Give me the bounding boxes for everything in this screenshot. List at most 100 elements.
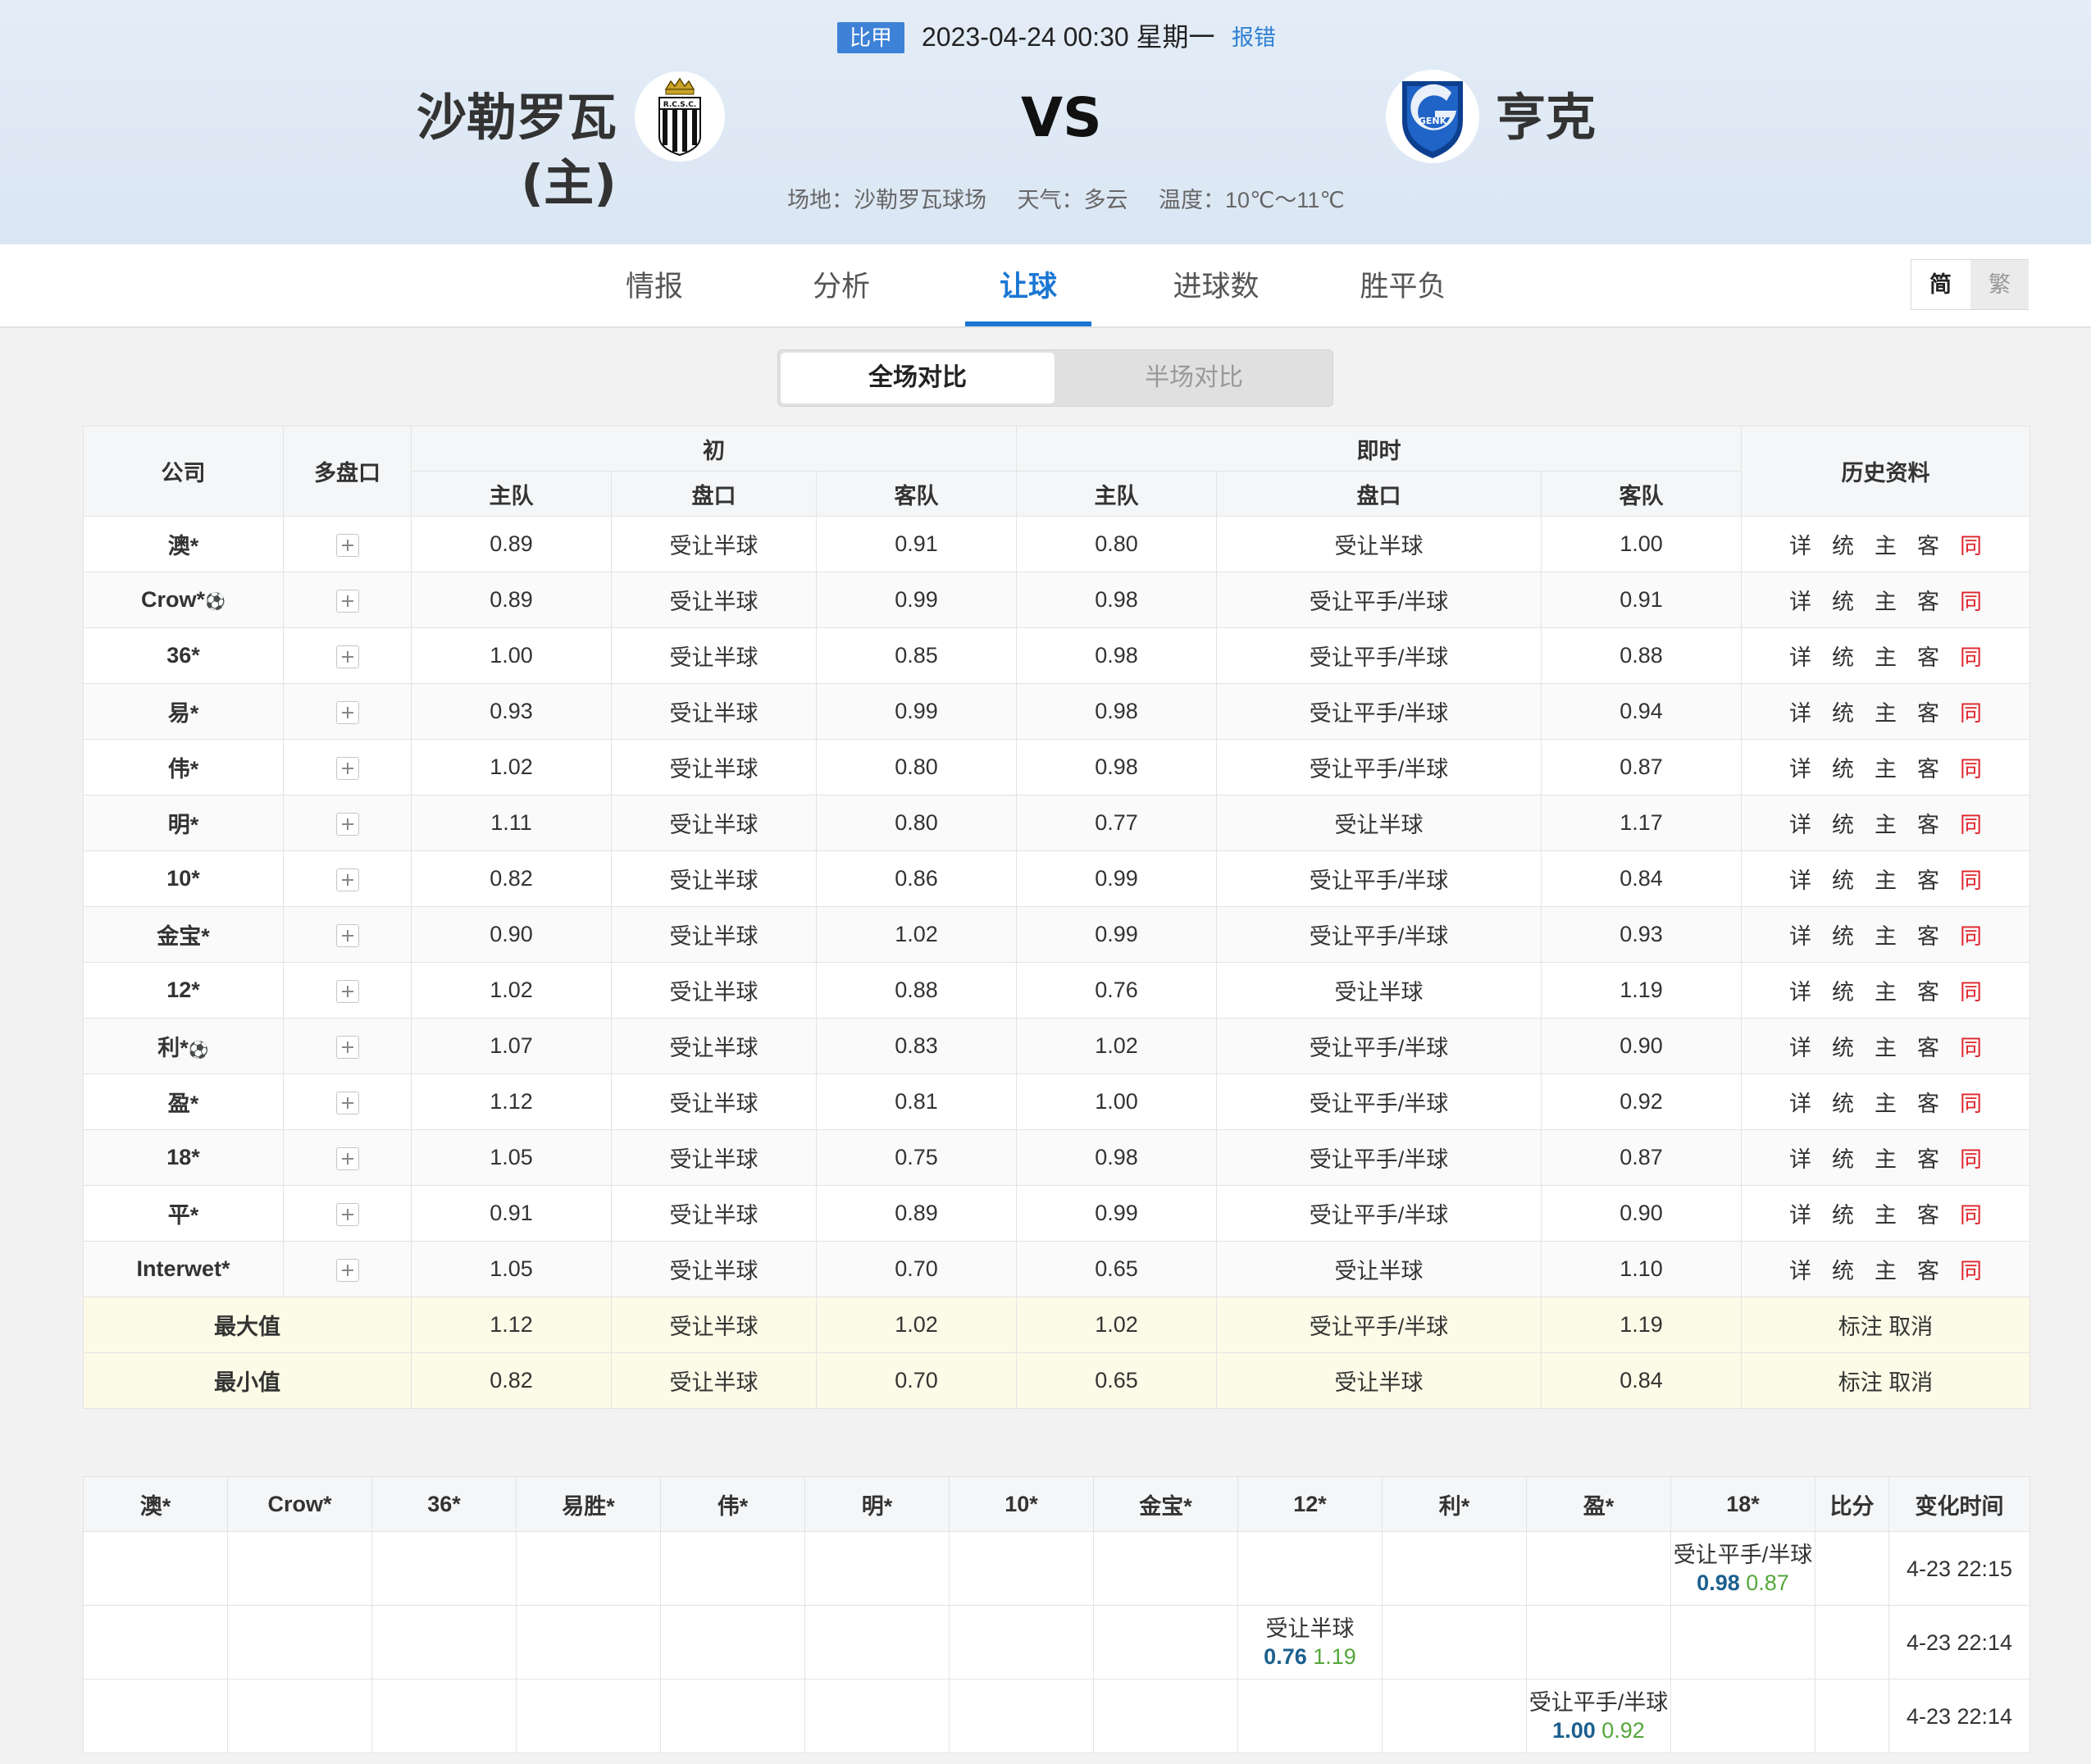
away-link[interactable]: 客 xyxy=(1907,1086,1950,1118)
home-link[interactable]: 主 xyxy=(1865,863,1907,895)
tab-analysis[interactable]: 分析 xyxy=(792,244,891,326)
same-link[interactable]: 同 xyxy=(1950,584,1993,616)
detail-link[interactable]: 详 xyxy=(1779,528,1822,560)
detail-link[interactable]: 详 xyxy=(1779,695,1822,727)
away-link[interactable]: 客 xyxy=(1907,751,1950,783)
company-cell[interactable]: 利*⚽ xyxy=(83,1018,284,1074)
same-link[interactable]: 同 xyxy=(1950,640,1993,672)
home-link[interactable]: 主 xyxy=(1865,1030,1907,1062)
tab-handicap[interactable]: 让球 xyxy=(979,244,1077,326)
stats-link[interactable]: 统 xyxy=(1822,695,1865,727)
same-link[interactable]: 同 xyxy=(1950,807,1993,839)
expand-plus-icon[interactable] xyxy=(335,923,359,947)
mark-cancel-links[interactable]: 标注 取消 xyxy=(1741,1297,2031,1353)
company-cell[interactable]: 12* xyxy=(83,962,284,1019)
home-link[interactable]: 主 xyxy=(1865,974,1907,1006)
home-link[interactable]: 主 xyxy=(1865,640,1907,672)
stats-link[interactable]: 统 xyxy=(1822,751,1865,783)
detail-link[interactable]: 详 xyxy=(1779,1086,1822,1118)
detail-link[interactable]: 详 xyxy=(1779,807,1822,839)
home-link[interactable]: 主 xyxy=(1865,695,1907,727)
away-link[interactable]: 客 xyxy=(1907,918,1950,950)
expand-plus-icon[interactable] xyxy=(335,1035,359,1059)
league-badge[interactable]: 比甲 xyxy=(837,22,904,53)
same-link[interactable]: 同 xyxy=(1950,1030,1993,1062)
away-link[interactable]: 客 xyxy=(1907,528,1950,560)
home-link[interactable]: 主 xyxy=(1865,751,1907,783)
company-cell[interactable]: 伟* xyxy=(83,739,284,795)
traditional-chinese-button[interactable]: 繁 xyxy=(1970,260,2029,309)
mark-cancel-links[interactable]: 标注 取消 xyxy=(1741,1352,2031,1409)
home-team-logo[interactable]: R.C.S.C. xyxy=(635,71,725,166)
same-link[interactable]: 同 xyxy=(1950,1197,1993,1229)
stats-link[interactable]: 统 xyxy=(1822,863,1865,895)
stats-link[interactable]: 统 xyxy=(1822,528,1865,560)
detail-link[interactable]: 详 xyxy=(1779,974,1822,1006)
detail-link[interactable]: 详 xyxy=(1779,1253,1822,1285)
company-cell[interactable]: 易* xyxy=(83,683,284,740)
stats-link[interactable]: 统 xyxy=(1822,1030,1865,1062)
simplified-chinese-button[interactable]: 简 xyxy=(1911,260,1970,309)
expand-plus-icon[interactable] xyxy=(335,1202,359,1226)
away-link[interactable]: 客 xyxy=(1907,1030,1950,1062)
detail-link[interactable]: 详 xyxy=(1779,1142,1822,1174)
same-link[interactable]: 同 xyxy=(1950,1142,1993,1174)
same-link[interactable]: 同 xyxy=(1950,695,1993,727)
home-link[interactable]: 主 xyxy=(1865,584,1907,616)
stats-link[interactable]: 统 xyxy=(1822,1086,1865,1118)
half-match-button[interactable]: 半场对比 xyxy=(1057,353,1331,403)
detail-link[interactable]: 详 xyxy=(1779,863,1822,895)
company-cell[interactable]: 36* xyxy=(83,627,284,684)
company-cell[interactable]: 金宝* xyxy=(83,906,284,963)
stats-link[interactable]: 统 xyxy=(1822,918,1865,950)
detail-link[interactable]: 详 xyxy=(1779,751,1822,783)
away-team-name[interactable]: 亨克 xyxy=(1496,85,1596,151)
stats-link[interactable]: 统 xyxy=(1822,640,1865,672)
company-cell[interactable]: 明* xyxy=(83,795,284,851)
same-link[interactable]: 同 xyxy=(1950,528,1993,560)
company-cell[interactable]: 18* xyxy=(83,1129,284,1186)
home-link[interactable]: 主 xyxy=(1865,528,1907,560)
detail-link[interactable]: 详 xyxy=(1779,918,1822,950)
expand-plus-icon[interactable] xyxy=(335,533,359,557)
expand-plus-icon[interactable] xyxy=(335,979,359,1003)
home-link[interactable]: 主 xyxy=(1865,918,1907,950)
away-link[interactable]: 客 xyxy=(1907,863,1950,895)
away-link[interactable]: 客 xyxy=(1907,1142,1950,1174)
home-link[interactable]: 主 xyxy=(1865,1086,1907,1118)
home-link[interactable]: 主 xyxy=(1865,1253,1907,1285)
detail-link[interactable]: 详 xyxy=(1779,584,1822,616)
detail-link[interactable]: 详 xyxy=(1779,1030,1822,1062)
same-link[interactable]: 同 xyxy=(1950,751,1993,783)
company-cell[interactable]: Crow*⚽ xyxy=(83,572,284,628)
company-cell[interactable]: 澳* xyxy=(83,516,284,572)
expand-plus-icon[interactable] xyxy=(335,1146,359,1170)
away-link[interactable]: 客 xyxy=(1907,640,1950,672)
away-link[interactable]: 客 xyxy=(1907,584,1950,616)
same-link[interactable]: 同 xyxy=(1950,1253,1993,1285)
away-link[interactable]: 客 xyxy=(1907,1253,1950,1285)
detail-link[interactable]: 详 xyxy=(1779,1197,1822,1229)
stats-link[interactable]: 统 xyxy=(1822,807,1865,839)
same-link[interactable]: 同 xyxy=(1950,863,1993,895)
home-team-name[interactable]: 沙勒罗瓦 (主) xyxy=(312,85,617,217)
tab-intel[interactable]: 情报 xyxy=(605,244,704,326)
home-link[interactable]: 主 xyxy=(1865,807,1907,839)
away-team-logo[interactable]: GENK xyxy=(1386,70,1479,167)
stats-link[interactable]: 统 xyxy=(1822,1197,1865,1229)
away-link[interactable]: 客 xyxy=(1907,1197,1950,1229)
home-link[interactable]: 主 xyxy=(1865,1197,1907,1229)
stats-link[interactable]: 统 xyxy=(1822,1253,1865,1285)
expand-plus-icon[interactable] xyxy=(335,756,359,780)
expand-plus-icon[interactable] xyxy=(335,1258,359,1282)
expand-plus-icon[interactable] xyxy=(335,700,359,724)
expand-plus-icon[interactable] xyxy=(335,812,359,836)
detail-link[interactable]: 详 xyxy=(1779,640,1822,672)
away-link[interactable]: 客 xyxy=(1907,974,1950,1006)
tab-goals[interactable]: 进球数 xyxy=(1155,244,1278,326)
report-error-link[interactable]: 报错 xyxy=(1232,21,1276,55)
away-link[interactable]: 客 xyxy=(1907,695,1950,727)
expand-plus-icon[interactable] xyxy=(335,589,359,613)
expand-plus-icon[interactable] xyxy=(335,868,359,891)
company-cell[interactable]: 平* xyxy=(83,1185,284,1242)
